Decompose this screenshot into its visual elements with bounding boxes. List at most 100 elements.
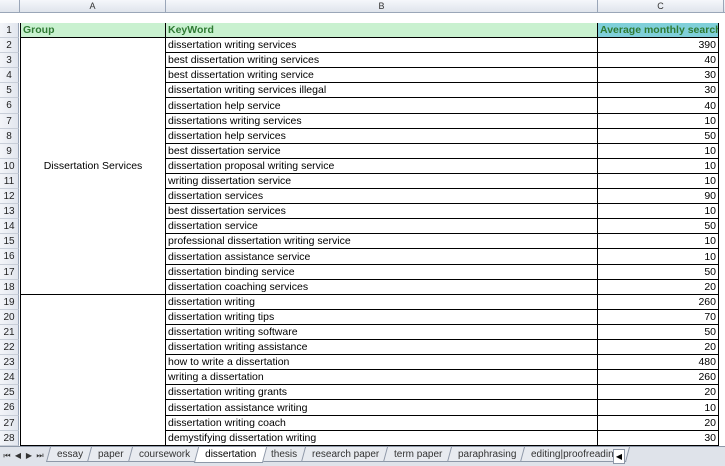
tab-scroll-left-icon[interactable]: ◀ [613,449,625,464]
search-volume-cell[interactable]: 20 [598,280,719,295]
row-header[interactable]: 13 [0,204,19,219]
keyword-cell[interactable]: dissertation writing tips [166,310,598,325]
keyword-cell[interactable]: professional dissertation writing servic… [166,234,598,249]
row-header[interactable]: 7 [0,114,19,129]
row-header[interactable]: 16 [0,249,19,265]
search-volume-cell[interactable]: 40 [598,98,719,114]
row-header[interactable]: 3 [0,53,19,68]
row-header[interactable]: 6 [0,98,19,114]
keyword-cell[interactable]: best dissertation service [166,144,598,159]
search-volume-cell[interactable]: 10 [598,159,719,174]
last-sheet-icon[interactable]: ⏭ [35,449,45,463]
keyword-cell[interactable]: dissertation coaching services [166,280,598,295]
keyword-cell[interactable]: how to write a dissertation [166,355,598,370]
search-volume-cell[interactable]: 390 [598,38,719,53]
row-header[interactable]: 22 [0,340,19,355]
sheet-tab[interactable]: research paper [301,447,391,462]
search-volume-cell[interactable]: 30 [598,431,719,446]
row-header[interactable]: 5 [0,83,19,98]
row-header[interactable]: 24 [0,370,19,385]
keyword-cell[interactable]: dissertation help services [166,129,598,144]
keyword-cell[interactable]: dissertation writing grants [166,385,598,400]
search-volume-cell[interactable]: 40 [598,53,719,68]
keyword-cell[interactable]: dissertation writing coach [166,416,598,431]
keyword-cell[interactable]: best dissertation writing service [166,68,598,83]
search-volume-cell[interactable]: 20 [598,385,719,400]
keyword-cell[interactable]: best dissertation writing services [166,53,598,68]
search-volume-cell[interactable]: 260 [598,370,719,385]
row-header[interactable]: 15 [0,234,19,249]
keyword-cell[interactable]: dissertation writing [166,295,598,310]
keyword-cell[interactable]: dissertation services [166,189,598,204]
sheet-tab[interactable]: paraphrasing [446,447,528,462]
select-all-corner[interactable] [0,0,20,12]
row-header[interactable]: 10 [0,159,19,174]
search-volume-cell[interactable]: 20 [598,416,719,431]
keyword-cell[interactable]: demystifying dissertation writing [166,431,598,446]
group-cell[interactable] [20,295,166,446]
row-header[interactable]: 11 [0,174,19,189]
search-volume-cell[interactable]: 10 [598,174,719,189]
search-volume-cell[interactable]: 50 [598,265,719,280]
search-volume-cell[interactable]: 10 [598,204,719,219]
keyword-cell[interactable]: writing a dissertation [166,370,598,385]
row-header[interactable]: 2 [0,38,19,53]
row-header[interactable]: 17 [0,265,19,280]
search-volume-cell[interactable]: 50 [598,129,719,144]
row-header[interactable]: 14 [0,219,19,234]
row-header[interactable]: 27 [0,416,19,431]
row-header[interactable]: 4 [0,68,19,83]
row-header[interactable]: 20 [0,310,19,325]
keyword-cell[interactable]: dissertation assistance service [166,249,598,265]
keyword-cell[interactable]: dissertation binding service [166,265,598,280]
search-volume-cell[interactable]: 10 [598,144,719,159]
keyword-cell[interactable]: dissertation assistance writing [166,400,598,416]
search-volume-cell[interactable]: 10 [598,249,719,265]
row-header[interactable]: 28 [0,431,19,446]
row-header[interactable]: 19 [0,295,19,310]
keyword-cell[interactable]: dissertation service [166,219,598,234]
first-sheet-icon[interactable]: ⏮ [2,449,12,463]
column-header-a[interactable]: A [20,0,166,12]
keyword-cell[interactable]: dissertations writing services [166,114,598,129]
keyword-cell[interactable]: dissertation help service [166,98,598,114]
header-search-cell[interactable]: Average monthly search [598,23,719,38]
keyword-cell[interactable]: dissertation writing services illegal [166,83,598,98]
search-volume-cell[interactable]: 70 [598,310,719,325]
sheet-tab[interactable]: dissertation [193,447,268,463]
column-header-c[interactable]: C [598,0,724,12]
search-volume-cell[interactable]: 20 [598,340,719,355]
row-header[interactable]: 25 [0,385,19,400]
sheet-tab[interactable]: coursework [127,447,201,462]
row-header[interactable]: 18 [0,280,19,295]
search-volume-cell[interactable]: 50 [598,219,719,234]
search-volume-cell[interactable]: 10 [598,114,719,129]
search-volume-cell[interactable]: 30 [598,83,719,98]
row-header[interactable]: 12 [0,189,19,204]
search-volume-cell[interactable]: 30 [598,68,719,83]
search-volume-cell[interactable]: 260 [598,295,719,310]
prev-sheet-icon[interactable]: ◀ [13,449,23,463]
keyword-cell[interactable]: dissertation writing assistance [166,340,598,355]
keyword-cell[interactable]: dissertation writing services [166,38,598,53]
row-header[interactable]: 1 [0,23,19,38]
next-sheet-icon[interactable]: ▶ [24,449,34,463]
search-volume-cell[interactable]: 480 [598,355,719,370]
keyword-cell[interactable]: writing dissertation service [166,174,598,189]
header-keyword-cell[interactable]: KeyWord [166,23,598,38]
search-volume-cell[interactable]: 90 [598,189,719,204]
search-volume-cell[interactable]: 50 [598,325,719,340]
search-volume-cell[interactable]: 10 [598,400,719,416]
row-header[interactable]: 23 [0,355,19,370]
sheet-tab[interactable]: term paper [383,447,454,462]
column-header-b[interactable]: B [166,0,598,12]
row-header[interactable]: 26 [0,400,19,416]
keyword-cell[interactable]: dissertation writing software [166,325,598,340]
row-header[interactable]: 9 [0,144,19,159]
header-group-cell[interactable]: Group [20,23,166,38]
keyword-cell[interactable]: best dissertation services [166,204,598,219]
row-header[interactable]: 21 [0,325,19,340]
group-cell-dissertation-services[interactable]: Dissertation Services [20,38,166,295]
search-volume-cell[interactable]: 10 [598,234,719,249]
keyword-cell[interactable]: dissertation proposal writing service [166,159,598,174]
